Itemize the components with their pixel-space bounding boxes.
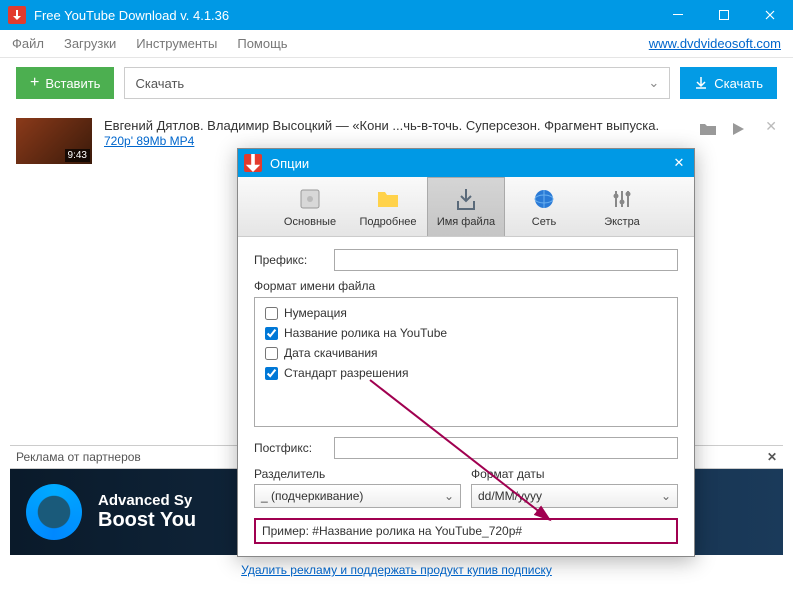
example-label: Пример: xyxy=(262,524,309,538)
filename-format-box: Нумерация Название ролика на YouTube Дат… xyxy=(254,297,678,427)
menu-help[interactable]: Помощь xyxy=(237,36,287,51)
tab-main[interactable]: Основные xyxy=(271,177,349,236)
ad-remove-row: Удалить рекламу и поддержать продукт куп… xyxy=(10,555,783,589)
site-link[interactable]: www.dvdvideosoft.com xyxy=(649,36,781,51)
toolbar: + Вставить Скачать ⌄ Скачать xyxy=(0,58,793,108)
maximize-button[interactable] xyxy=(701,0,747,30)
menubar: Файл Загрузки Инструменты Помощь www.dvd… xyxy=(0,30,793,58)
ad-line1: Advanced Sy xyxy=(98,492,196,509)
action-combo[interactable]: Скачать ⌄ xyxy=(124,67,670,99)
globe-icon xyxy=(531,186,557,212)
file-download-icon xyxy=(453,186,479,212)
minimize-button[interactable] xyxy=(655,0,701,30)
tab-network[interactable]: Сеть xyxy=(505,177,583,236)
menu-file[interactable]: Файл xyxy=(12,36,44,51)
tab-more[interactable]: Подробнее xyxy=(349,177,427,236)
download-icon xyxy=(694,76,708,90)
ad-ring-icon xyxy=(26,484,82,540)
remove-video-button[interactable]: ✕ xyxy=(765,118,777,135)
tab-filename[interactable]: Имя файла xyxy=(427,177,505,236)
video-info: Евгений Дятлов. Владимир Высоцкий — «Кон… xyxy=(104,118,687,148)
video-actions xyxy=(699,122,745,136)
window-titlebar: Free YouTube Download v. 4.1.36 xyxy=(0,0,793,30)
dialog-body: Префикс: Формат имени файла Нумерация На… xyxy=(238,237,694,556)
disk-icon xyxy=(297,186,323,212)
check-download-date[interactable]: Дата скачивания xyxy=(265,346,667,360)
separator-label: Разделитель xyxy=(254,467,461,481)
dateformat-select[interactable]: dd/MM/yyyy ⌄ xyxy=(471,484,678,508)
dialog-tabs: Основные Подробнее Имя файла Сеть Экстра xyxy=(238,177,694,237)
video-duration: 9:43 xyxy=(65,149,90,162)
check-resolution[interactable]: Стандарт разрешения xyxy=(265,366,667,380)
paste-label: Вставить xyxy=(45,76,100,91)
folder-yellow-icon xyxy=(375,186,401,212)
close-button[interactable] xyxy=(747,0,793,30)
dialog-logo-icon xyxy=(244,154,262,172)
ad-header-label: Реклама от партнеров xyxy=(16,450,141,464)
menu-tools[interactable]: Инструменты xyxy=(136,36,217,51)
example-value: #Название ролика на YouTube_720p# xyxy=(312,524,522,538)
video-title: Евгений Дятлов. Владимир Высоцкий — «Кон… xyxy=(104,118,687,133)
chevron-down-icon: ⌄ xyxy=(661,489,671,503)
dateformat-label: Формат даты xyxy=(471,467,678,481)
check-numbering[interactable]: Нумерация xyxy=(265,306,667,320)
prefix-label: Префикс: xyxy=(254,253,328,267)
dialog-title: Опции xyxy=(270,156,664,171)
combo-value: Скачать xyxy=(135,76,184,91)
chevron-down-icon: ⌄ xyxy=(648,75,659,91)
separator-select[interactable]: _ (подчеркивание) ⌄ xyxy=(254,484,461,508)
chevron-down-icon: ⌄ xyxy=(444,489,454,503)
example-box: Пример: #Название ролика на YouTube_720p… xyxy=(254,518,678,544)
play-icon[interactable] xyxy=(731,122,745,136)
dialog-close-button[interactable]: ✕ xyxy=(664,155,694,171)
paste-button[interactable]: + Вставить xyxy=(16,67,114,99)
options-dialog: Опции ✕ Основные Подробнее Имя файла Сет… xyxy=(237,148,695,557)
check-youtube-title[interactable]: Название ролика на YouTube xyxy=(265,326,667,340)
plus-icon: + xyxy=(30,74,39,92)
ad-remove-link[interactable]: Удалить рекламу и поддержать продукт куп… xyxy=(241,563,552,577)
dialog-titlebar: Опции ✕ xyxy=(238,149,694,177)
menu-downloads[interactable]: Загрузки xyxy=(64,36,116,51)
postfix-label: Постфикс: xyxy=(254,441,328,455)
tab-extra[interactable]: Экстра xyxy=(583,177,661,236)
download-label: Скачать xyxy=(714,76,763,91)
video-meta-link[interactable]: 720p' 89Mb MP4 xyxy=(104,134,194,148)
sliders-icon xyxy=(609,186,635,212)
ad-close-button[interactable]: ✕ xyxy=(767,450,777,464)
video-thumbnail[interactable]: 9:43 xyxy=(16,118,92,164)
app-logo-icon xyxy=(8,6,26,24)
postfix-input[interactable] xyxy=(334,437,678,459)
filename-format-label: Формат имени файла xyxy=(254,279,678,293)
prefix-input[interactable] xyxy=(334,249,678,271)
window-title: Free YouTube Download v. 4.1.36 xyxy=(34,8,655,23)
ad-line2: Boost You xyxy=(98,509,196,532)
download-button[interactable]: Скачать xyxy=(680,67,777,99)
folder-icon[interactable] xyxy=(699,122,717,136)
